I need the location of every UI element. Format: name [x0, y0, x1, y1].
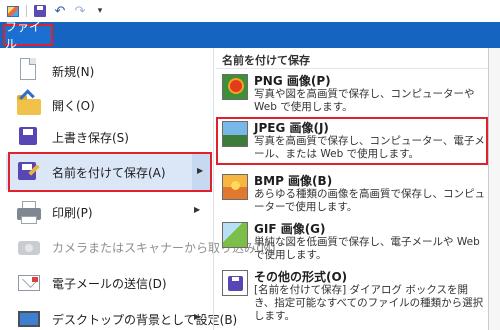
gif-image-icon: [222, 222, 248, 248]
submenu-header-divider: [216, 68, 488, 69]
menu-item-label: 印刷(P): [52, 205, 93, 220]
png-image-icon: [222, 74, 248, 100]
menu-item-label: デスクトップの背景として設定(B): [52, 312, 238, 327]
email-icon: [12, 267, 44, 299]
submenu-item-description: あらゆる種類の画像を高画質で保存し、コンピューターで使用します。: [254, 188, 485, 213]
save-icon[interactable]: [33, 4, 47, 18]
printer-icon: [12, 196, 44, 228]
submenu-item-jpeg[interactable]: JPEG 画像(J) 写真を高画質で保存し、コンピューター、電子メール、または …: [216, 117, 488, 165]
quick-access-toolbar: ↶ ↷ ▾: [0, 0, 500, 22]
submenu-arrow-icon: ▶: [194, 205, 201, 214]
submenu-item-title: JPEG 画像(J): [254, 121, 329, 135]
toolbar-separator: [26, 5, 27, 17]
submenu-item-gif[interactable]: GIF 画像(G) 単純な図を低画質で保存し、電子メールや Web で使用します…: [216, 218, 488, 268]
ribbon-tab-strip: [0, 22, 500, 48]
submenu-item-description: 写真を高画質で保存し、コンピューター、電子メール、または Web で使用します。: [254, 135, 485, 160]
customize-menu-icon[interactable]: ▾: [93, 4, 107, 18]
menu-item-label: 上書き保存(S): [52, 130, 129, 145]
menu-item-label: 新規(N): [52, 64, 95, 79]
file-tab[interactable]: ファイル: [3, 20, 53, 51]
new-file-icon: [12, 55, 44, 87]
redo-icon[interactable]: ↷: [73, 4, 87, 18]
undo-icon[interactable]: ↶: [53, 4, 67, 18]
menu-divider: [213, 48, 214, 330]
menu-item-send-email[interactable]: 電子メールの送信(D): [6, 264, 210, 302]
bmp-image-icon: [222, 174, 248, 200]
highlight-frame-save-as: [8, 152, 212, 192]
menu-item-label: 電子メールの送信(D): [52, 276, 167, 291]
save-disk-icon: [12, 121, 44, 153]
menu-item-save[interactable]: 上書き保存(S): [6, 118, 210, 156]
menu-item-new[interactable]: 新規(N): [6, 52, 210, 90]
submenu-item-bmp[interactable]: BMP 画像(B) あらゆる種類の画像を高画質で保存し、コンピューターで使用しま…: [216, 170, 488, 220]
submenu-arrow-icon: ▶: [194, 312, 201, 321]
submenu-item-png[interactable]: PNG 画像(P) 写真や図を高画質で保存し、コンピューターや Web で使用し…: [216, 70, 488, 120]
submenu-item-other-formats[interactable]: その他の形式(O) [名前を付けて保存] ダイアログ ボックスを開き、指定可能な…: [216, 266, 488, 328]
paint-app-icon[interactable]: [6, 4, 20, 18]
menu-item-label: 開く(O): [52, 98, 95, 113]
menu-item-print[interactable]: 印刷(P) ▶: [6, 193, 210, 231]
other-formats-icon: [222, 270, 248, 296]
submenu-header: 名前を付けて保存: [222, 54, 310, 67]
submenu-item-title: GIF 画像(G): [254, 222, 326, 236]
submenu-item-title: BMP 画像(B): [254, 174, 333, 188]
jpeg-image-icon: [222, 121, 248, 147]
menu-item-import-from-camera[interactable]: カメラまたはスキャナーから取り込み(M): [6, 228, 276, 266]
submenu-item-title: その他の形式(O): [254, 270, 348, 284]
window-background: [489, 48, 500, 330]
desktop-background-icon: [12, 303, 44, 330]
scanner-icon: [12, 231, 44, 263]
submenu-item-description: 単純な図を低画質で保存し、電子メールや Web で使用します。: [254, 236, 480, 261]
open-folder-icon: [12, 89, 44, 121]
submenu-item-description: [名前を付けて保存] ダイアログ ボックスを開き、指定可能なすべてのファイルの種…: [254, 284, 484, 322]
menu-item-set-desktop-background[interactable]: デスクトップの背景として設定(B) ▶: [6, 300, 237, 330]
submenu-item-title: PNG 画像(P): [254, 74, 331, 88]
submenu-item-description: 写真や図を高画質で保存し、コンピューターや Web で使用します。: [254, 88, 475, 113]
